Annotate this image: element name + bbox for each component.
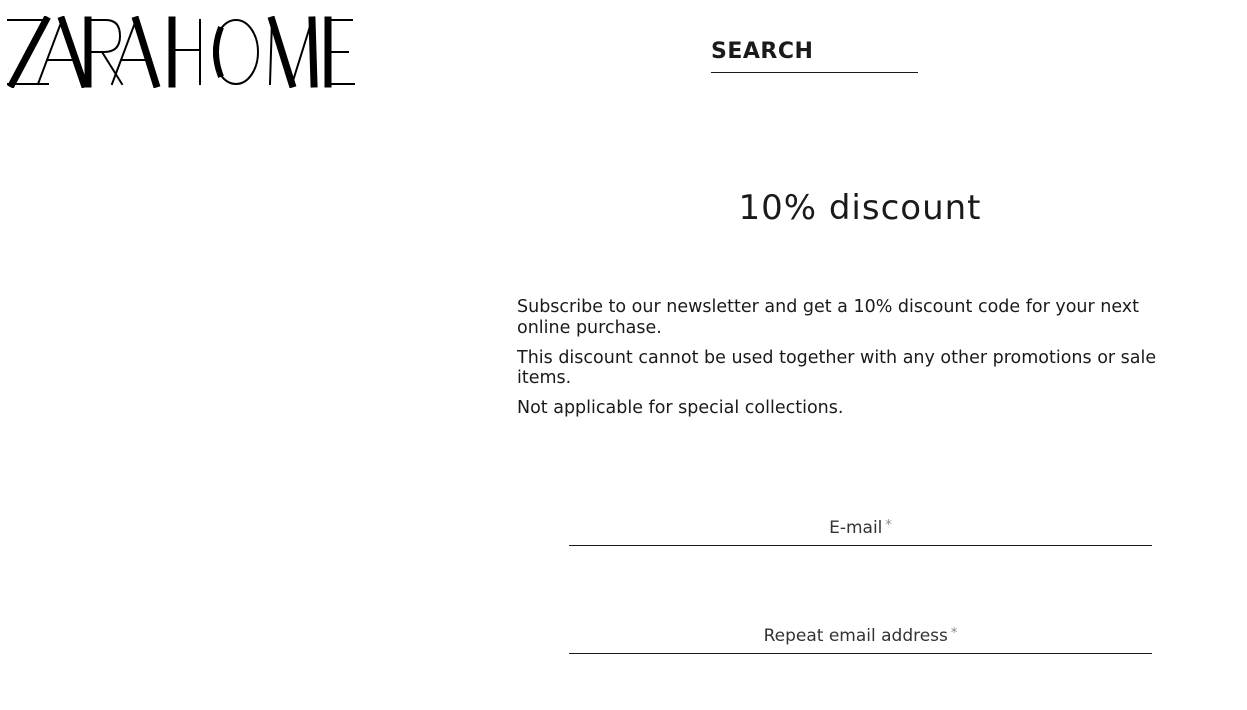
promo-paragraph-exclusions: Not applicable for special collections. (517, 398, 844, 418)
promo-title: 10% discount (738, 188, 982, 228)
promo-description: Subscribe to our newsletter and get a 10… (517, 297, 1187, 428)
zara-home-logo[interactable] (4, 16, 356, 88)
zara-home-logo-mark (7, 16, 355, 88)
promo-paragraph-subscribe: Subscribe to our newsletter and get a 10… (517, 297, 1140, 338)
promo-paragraph-restrictions: This discount cannot be used together wi… (517, 347, 1157, 389)
search-field[interactable]: SEARCH (711, 38, 918, 73)
email-field[interactable]: E-mail * (569, 513, 1152, 546)
email-input[interactable] (569, 513, 1152, 545)
search-label: SEARCH (711, 39, 814, 64)
repeat-email-input[interactable] (569, 621, 1152, 653)
repeat-email-field[interactable]: Repeat email address * (569, 621, 1152, 654)
